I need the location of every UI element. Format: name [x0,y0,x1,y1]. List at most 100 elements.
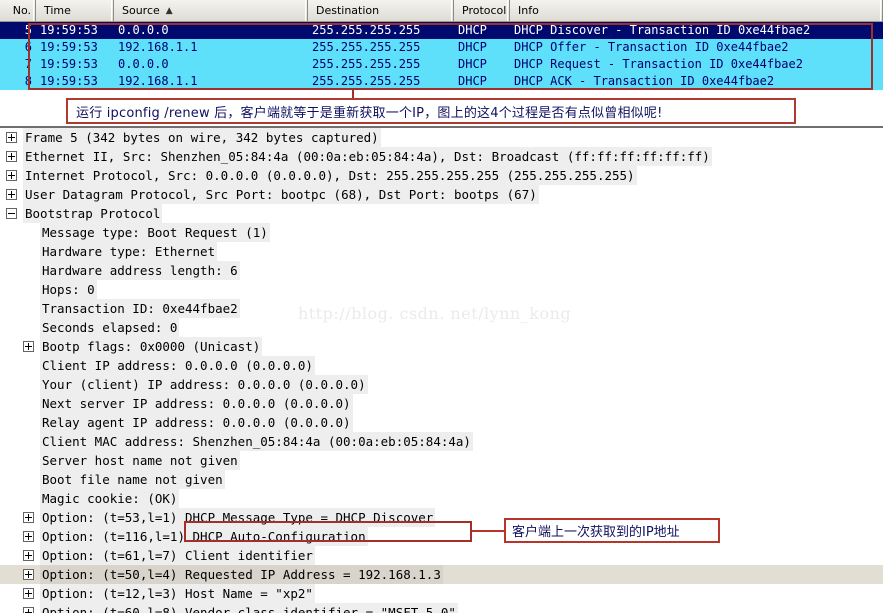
packet-cell-protocol: DHCP [458,57,487,71]
detail-tree-item[interactable]: Bootp flags: 0x0000 (Unicast) [0,337,883,356]
detail-tree-item[interactable]: Server host name not given [0,451,883,470]
detail-tree-item[interactable]: Option: (t=50,l=4) Requested IP Address … [0,565,883,584]
annotation-connector-horizontal [472,530,506,532]
detail-tree-item[interactable]: Seconds elapsed: 0 [0,318,883,337]
expand-plus-icon[interactable] [6,132,17,143]
detail-tree-label: Option: (t=50,l=4) Requested IP Address … [40,565,443,584]
detail-tree-label: Hops: 0 [40,280,97,299]
detail-tree-label: Internet Protocol, Src: 0.0.0.0 (0.0.0.0… [23,166,637,185]
packet-cell-no: 6 [24,40,32,54]
column-header-protocol-label: Protocol [462,4,507,17]
column-header-source[interactable]: Source ▲ [114,0,308,21]
packet-cell-destination: 255.255.255.255 [312,74,421,88]
detail-tree-label: Next server IP address: 0.0.0.0 (0.0.0.0… [40,394,353,413]
detail-tree-item[interactable]: Client IP address: 0.0.0.0 (0.0.0.0) [0,356,883,375]
packet-cell-time: 19:59:53 [40,23,98,37]
packet-cell-info: DHCP Offer - Transaction ID 0xe44fbae2 [514,40,789,54]
column-header-protocol[interactable]: Protocol [454,0,510,21]
detail-tree-item[interactable]: Option: (t=53,l=1) DHCP Message Type = D… [0,508,883,527]
expand-plus-icon[interactable] [23,512,34,523]
column-header-time-label: Time [44,4,71,17]
expand-plus-icon[interactable] [23,341,34,352]
detail-tree-item[interactable]: Next server IP address: 0.0.0.0 (0.0.0.0… [0,394,883,413]
detail-tree-item[interactable]: Transaction ID: 0xe44fbae2 [0,299,883,318]
detail-tree-item[interactable]: Hardware type: Ethernet [0,242,883,261]
collapse-minus-icon[interactable] [6,208,17,219]
column-header-destination-label: Destination [316,4,380,17]
detail-tree-label: Bootstrap Protocol [23,204,163,223]
detail-tree-item[interactable]: User Datagram Protocol, Src Port: bootpc… [0,185,883,204]
detail-tree-item[interactable]: Option: (t=61,l=7) Client identifier [0,546,883,565]
packet-cell-info: DHCP Discover - Transaction ID 0xe44fbae… [514,23,811,37]
detail-tree-item[interactable]: Option: (t=12,l=3) Host Name = "xp2" [0,584,883,603]
detail-tree-item[interactable]: Frame 5 (342 bytes on wire, 342 bytes ca… [0,128,883,147]
detail-tree-item[interactable]: Internet Protocol, Src: 0.0.0.0 (0.0.0.0… [0,166,883,185]
packet-cell-no: 7 [24,57,32,71]
expand-plus-icon[interactable] [23,550,34,561]
detail-tree-label: Hardware address length: 6 [40,261,240,280]
detail-tree-item[interactable]: Hardware address length: 6 [0,261,883,280]
packet-cell-no: 8 [24,74,32,88]
detail-tree-label: Your (client) IP address: 0.0.0.0 (0.0.0… [40,375,368,394]
packet-row[interactable]: 5 19:59:53 0.0.0.0 255.255.255.255 DHCP DHCP … [0,22,883,39]
column-header-destination[interactable]: Destination [308,0,454,21]
packet-cell-source: 0.0.0.0 [118,57,169,71]
detail-tree-item[interactable]: Boot file name not given [0,470,883,489]
detail-tree-label: Client IP address: 0.0.0.0 (0.0.0.0) [40,356,315,375]
packet-cell-time: 19:59:53 [40,57,98,71]
packet-cell-no: 5 [24,23,32,37]
packet-list-column-headers: No. Time Source ▲ Destination Protocol In… [0,0,883,22]
detail-tree-label: Client MAC address: Shenzhen_05:84:4a (0… [40,432,473,451]
detail-tree-label: Option: (t=12,l=3) Host Name = "xp2" [40,584,315,603]
detail-tree-item[interactable]: Message type: Boot Request (1) [0,223,883,242]
detail-tree-label: Boot file name not given [40,470,225,489]
detail-tree-item[interactable]: Magic cookie: (OK) [0,489,883,508]
column-header-time[interactable]: Time [36,0,114,21]
packet-row[interactable]: 8 19:59:53 192.168.1.1 255.255.255.255 DHCP D… [0,73,883,90]
packet-cell-source: 192.168.1.1 [118,40,198,54]
packet-cell-destination: 255.255.255.255 [312,40,421,54]
expand-plus-icon[interactable] [23,569,34,580]
detail-tree-label: Hardware type: Ethernet [40,242,218,261]
expand-plus-icon[interactable] [23,588,34,599]
detail-tree-item[interactable]: Client MAC address: Shenzhen_05:84:4a (0… [0,432,883,451]
packet-cell-info: DHCP ACK - Transaction ID 0xe44fbae2 [514,74,775,88]
column-header-info[interactable]: Info [510,0,883,21]
detail-tree-item[interactable]: Ethernet II, Src: Shenzhen_05:84:4a (00:… [0,147,883,166]
packet-cell-source: 192.168.1.1 [118,74,198,88]
packet-cell-destination: 255.255.255.255 [312,23,421,37]
column-header-info-label: Info [518,4,539,17]
packet-row[interactable]: 6 19:59:53 192.168.1.1 255.255.255.255 DHCP D… [0,39,883,56]
detail-tree-label: Server host name not given [40,451,240,470]
packet-row[interactable]: 7 19:59:53 0.0.0.0 255.255.255.255 DHCP DHCP … [0,56,883,73]
sort-ascending-icon: ▲ [165,6,173,16]
detail-tree-label: Option: (t=61,l=7) Client identifier [40,546,315,565]
expand-plus-icon[interactable] [23,531,34,542]
detail-tree-label: User Datagram Protocol, Src Port: bootpc… [23,185,539,204]
packet-cell-destination: 255.255.255.255 [312,57,421,71]
detail-tree-item[interactable]: Your (client) IP address: 0.0.0.0 (0.0.0… [0,375,883,394]
detail-tree-item[interactable]: Option: (t=116,l=1) DHCP Auto-Configurat… [0,527,883,546]
detail-tree-label: Seconds elapsed: 0 [40,318,180,337]
detail-tree-label: Magic cookie: (OK) [40,489,180,508]
detail-tree-item[interactable]: Option: (t=60,l=8) Vendor class identifi… [0,603,883,613]
column-header-no-label: No. [12,4,31,17]
expand-plus-icon[interactable] [6,189,17,200]
packet-detail-pane[interactable]: Frame 5 (342 bytes on wire, 342 bytes ca… [0,128,883,613]
expand-plus-icon[interactable] [6,151,17,162]
detail-tree-label: Ethernet II, Src: Shenzhen_05:84:4a (00:… [23,147,712,166]
packet-list-pane[interactable]: No. Time Source ▲ Destination Protocol In… [0,0,883,90]
column-header-no[interactable]: No. [0,0,36,21]
detail-tree-item[interactable]: Hops: 0 [0,280,883,299]
expand-plus-icon[interactable] [23,607,34,613]
packet-cell-time: 19:59:53 [40,40,98,54]
detail-tree-label: Bootp flags: 0x0000 (Unicast) [40,337,263,356]
expand-plus-icon[interactable] [6,170,17,181]
detail-tree-label: Option: (t=53,l=1) DHCP Message Type = D… [40,508,436,527]
detail-tree-item[interactable]: Relay agent IP address: 0.0.0.0 (0.0.0.0… [0,413,883,432]
packet-list-rows[interactable]: 5 19:59:53 0.0.0.0 255.255.255.255 DHCP DHCP … [0,22,883,90]
packet-cell-info: DHCP Request - Transaction ID 0xe44fbae2 [514,57,803,71]
detail-tree-label: Frame 5 (342 bytes on wire, 342 bytes ca… [23,128,381,147]
detail-tree-item[interactable]: Bootstrap Protocol [0,204,883,223]
packet-cell-source: 0.0.0.0 [118,23,169,37]
